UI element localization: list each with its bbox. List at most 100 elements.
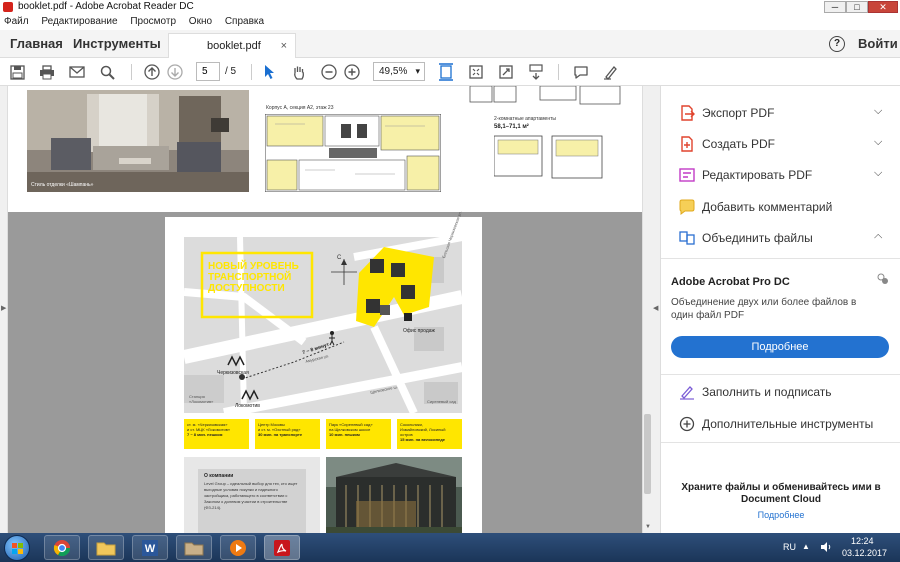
next-page-icon[interactable] [166, 63, 184, 81]
comment-icon[interactable] [572, 63, 590, 81]
menu-view[interactable]: Просмотр [130, 16, 176, 27]
fit-width-icon[interactable] [437, 63, 455, 81]
menu-bar: Файл Редактирование Просмотр Окно Справк… [0, 14, 900, 30]
email-icon[interactable] [68, 63, 86, 81]
toolbar-divider [251, 64, 252, 80]
collapse-arrow-icon: ◀ [653, 305, 659, 312]
learn-more-button[interactable]: Подробнее [671, 336, 889, 358]
chevron-up-icon: ⌵ [874, 231, 883, 243]
park-label: Сиреневый сад [427, 399, 456, 404]
highlight-pen-icon[interactable] [602, 63, 620, 81]
menu-file[interactable]: Файл [4, 16, 29, 27]
folder-icon[interactable] [176, 535, 212, 560]
tool-export-pdf[interactable]: Экспорт PDF ⌵ [661, 98, 900, 128]
promo-title: Adobe Acrobat Pro DC [671, 276, 790, 288]
clock-time: 12:24 [851, 536, 874, 546]
create-pdf-icon [681, 136, 693, 152]
full-screen-icon[interactable] [497, 63, 515, 81]
tool-create-pdf[interactable]: Создать PDF ⌵ [661, 129, 900, 159]
file-explorer-icon[interactable] [88, 535, 124, 560]
info-box-center: Центр Москвы и ст. м. «Охотный ряд» 30 м… [255, 419, 320, 449]
tab-home[interactable]: Главная [10, 36, 63, 51]
export-pdf-icon [681, 105, 695, 121]
chrome-icon[interactable] [44, 535, 80, 560]
tool-fill-sign[interactable]: Заполнить и подписать [661, 377, 900, 407]
apartment-area: 58,1–71,1 м² [494, 124, 529, 130]
metro-lokomotiv: Локомотив [235, 403, 260, 409]
info-box-sokolniki: Сокольники, Измайловский, Лосиный остров… [397, 419, 462, 449]
volume-icon[interactable] [820, 541, 832, 553]
scroll-mode-icon[interactable] [527, 63, 545, 81]
tab-tools[interactable]: Инструменты [73, 36, 161, 51]
select-cursor-icon[interactable] [261, 63, 279, 81]
left-panel-toggle[interactable]: ▶ [0, 86, 8, 533]
zoom-value: 49,5% [379, 66, 408, 77]
svg-text:W: W [145, 543, 156, 555]
scroll-down-arrow-icon[interactable]: ▼ [645, 524, 651, 530]
info-box-metro: ст. м. «Черкизовская» и ст. МЦК «Локомот… [184, 419, 249, 449]
floor-plan-title: Корпус А, секция А2, этаж 23 [266, 105, 334, 111]
right-panel-toggle[interactable]: ◀ [652, 86, 661, 533]
apartment-plans-top [469, 86, 621, 105]
tool-combine-files[interactable]: Объединить файлы ⌵ [661, 223, 900, 253]
apartment-type: 2-комнатные апартаменты [494, 116, 556, 122]
search-icon[interactable] [98, 63, 116, 81]
metro-cherkizovskaya: Черкизовская [217, 370, 249, 376]
tool-edit-pdf[interactable]: Редактировать PDF ⌵ [661, 160, 900, 190]
chevron-down-icon: ⌵ [874, 105, 883, 117]
comment-bubble-icon [679, 199, 695, 215]
tab-bar: Главная Инструменты booklet.pdf × ? Войт… [0, 30, 900, 58]
tool-add-comment[interactable]: Добавить комментарий [661, 192, 900, 222]
cloud-services-icon[interactable] [877, 273, 889, 285]
fill-sign-pen-icon [680, 386, 694, 400]
window-title: booklet.pdf - Adobe Acrobat Reader DC [18, 1, 194, 12]
menu-help[interactable]: Справка [225, 16, 264, 27]
maximize-button[interactable]: □ [846, 1, 868, 13]
page-number-input[interactable] [196, 62, 220, 81]
floor-plan [265, 114, 441, 192]
tool-more-tools[interactable]: Дополнительные инструменты [661, 409, 900, 439]
apartment-plans [494, 135, 603, 179]
divider [661, 374, 900, 375]
print-icon[interactable] [38, 63, 56, 81]
language-indicator[interactable]: RU [783, 542, 796, 552]
tab-document[interactable]: booklet.pdf × [168, 33, 296, 58]
menu-window[interactable]: Окно [189, 16, 212, 27]
tools-pane: Экспорт PDF ⌵ Создать PDF ⌵ Редактироват… [661, 86, 900, 533]
zoom-out-icon[interactable] [320, 63, 338, 81]
help-icon[interactable]: ? [829, 36, 845, 52]
add-circle-icon [679, 416, 695, 432]
document-viewer[interactable]: Стиль отделки «Шампань» Корпус А, секция… [8, 86, 651, 533]
expand-arrow-icon: ▶ [1, 305, 7, 312]
word-icon[interactable]: W [132, 535, 168, 560]
vertical-scrollbar[interactable]: ▼ [642, 86, 652, 533]
minimize-button[interactable]: ─ [824, 1, 846, 13]
about-text: Level Group – идеальный выбор для тех, к… [204, 481, 298, 510]
save-icon[interactable] [8, 63, 26, 81]
zoom-select[interactable]: 49,5% ▾ [373, 62, 425, 81]
about-title: О компании [204, 473, 234, 479]
cloud-learn-more-link[interactable]: Подробнее [681, 510, 881, 520]
acrobat-taskbar-icon[interactable] [264, 535, 300, 560]
about-section: О компании Level Group – идеальный выбор… [184, 457, 320, 533]
scrollbar-thumb[interactable] [644, 414, 651, 494]
chevron-down-icon: ⌵ [874, 167, 883, 179]
fit-page-icon[interactable] [467, 63, 485, 81]
media-player-icon[interactable] [220, 535, 256, 560]
zoom-in-icon[interactable] [343, 63, 361, 81]
close-tab-icon[interactable]: × [281, 34, 287, 58]
previous-page-icon[interactable] [143, 63, 161, 81]
edit-pdf-icon [679, 168, 695, 182]
windows-start-icon[interactable] [4, 535, 30, 561]
interior-photo [27, 90, 249, 192]
tray-expand-icon[interactable]: ▲ [802, 542, 810, 551]
document-tab-label: booklet.pdf [207, 40, 261, 52]
acrobat-app-icon [3, 2, 13, 12]
map-headline: НОВЫЙ УРОВЕНЬ ТРАНСПОРТНОЙ ДОСТУПНОСТИ [208, 261, 299, 294]
close-window-button[interactable]: ✕ [868, 1, 898, 13]
hand-tool-icon[interactable] [290, 63, 308, 81]
building-photo [326, 457, 462, 533]
sign-in-link[interactable]: Войти [858, 36, 898, 51]
chevron-down-icon: ⌵ [874, 136, 883, 148]
menu-edit[interactable]: Редактирование [41, 16, 117, 27]
